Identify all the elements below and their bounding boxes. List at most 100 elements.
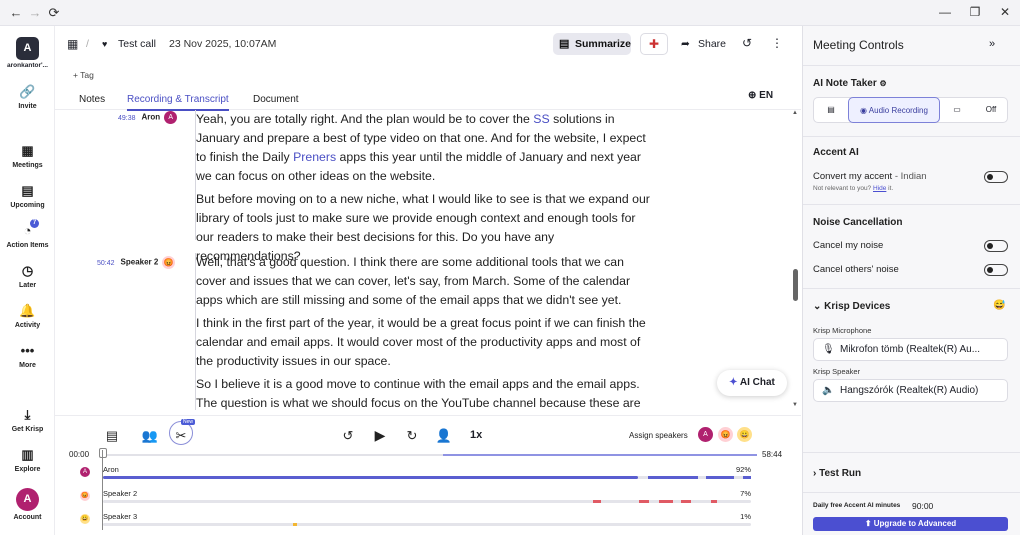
track-activity (639, 500, 649, 503)
headset-emoji-icon: 😅 (993, 300, 1006, 311)
time-total: 58:44 (762, 450, 783, 459)
sidebar-item-more[interactable]: ••• More (0, 343, 55, 369)
captions-icon[interactable]: ▤ (103, 428, 121, 444)
segment-timestamp[interactable]: 50:42 (97, 260, 115, 267)
assign-avatar[interactable]: 😀 (737, 427, 752, 442)
test-run-toggle[interactable]: › Test Run (813, 468, 861, 479)
divider (803, 452, 1020, 453)
transcript-segment: Well, that's a good question. I think th… (195, 253, 655, 410)
back-icon[interactable]: ← (8, 5, 24, 20)
minimize-icon[interactable]: — (937, 5, 953, 19)
link-icon: 🔗 (19, 84, 36, 99)
speaker-select[interactable]: 🔈 Hangszórók (Realtek(R) Audio) (813, 379, 1008, 402)
rewind-icon[interactable]: ↺ (339, 428, 357, 444)
meetings-list-icon[interactable]: ▦ (67, 37, 78, 51)
microphone-label: Krisp Microphone (813, 326, 872, 335)
share-icon[interactable]: ➦ (681, 38, 690, 50)
sidebar-item-action-items[interactable]: ◔ 7 Action Items (0, 219, 55, 249)
off-option[interactable]: Off (974, 98, 1008, 122)
sidebar-item-label: Action Items (6, 242, 49, 249)
add-tag-button[interactable]: + Tag (73, 70, 94, 80)
slack-button[interactable]: ✚ (640, 33, 668, 55)
share-button[interactable]: Share (698, 38, 726, 50)
history-icon[interactable]: ↺ (742, 36, 752, 50)
krisp-devices-toggle[interactable]: ⌄ Krisp Devices (813, 301, 890, 312)
workspace-name[interactable]: aronkantor'... (2, 62, 53, 69)
tab-document[interactable]: Document (253, 94, 299, 109)
meeting-title[interactable]: Test call (118, 38, 156, 50)
scrollbar-thumb[interactable] (793, 269, 798, 301)
summarize-button[interactable]: ▤ Summarize (553, 33, 631, 55)
tab-notes[interactable]: Notes (79, 94, 105, 109)
track-line-aron[interactable] (103, 476, 751, 479)
divider (803, 204, 1020, 205)
cancel-my-noise-label: Cancel my noise (813, 240, 884, 251)
speaker-label[interactable]: 49:38 Aron A (118, 111, 178, 124)
clock-icon: ◷ (21, 263, 34, 278)
hide-accent-link[interactable]: Hide (873, 185, 886, 192)
sidebar-item-invite[interactable]: 🔗 Invite (0, 84, 55, 110)
close-window-icon[interactable]: ✕ (997, 5, 1013, 19)
audio-recording-option[interactable]: ◉ Audio Recording (848, 97, 940, 123)
timeline-handle[interactable] (99, 448, 107, 458)
timeline-segment (443, 454, 757, 456)
restore-icon[interactable]: ❐ (967, 5, 983, 19)
assign-speakers-label[interactable]: Assign speakers (629, 431, 688, 440)
upgrade-button[interactable]: ⬆ Upgrade to Advanced (813, 517, 1008, 531)
playback-speed[interactable]: 1x (470, 429, 482, 441)
track-avatar: 😀 (80, 514, 90, 524)
ai-chat-button[interactable]: ✦ AI Chat (717, 370, 787, 396)
account-avatar: A (16, 488, 39, 511)
action-items-icon: ◔ (23, 223, 32, 238)
speaker-avatar: A (164, 111, 178, 124)
workspace-avatar[interactable]: A (16, 37, 39, 60)
forward-skip-icon[interactable]: ↻ (403, 428, 421, 444)
convert-accent-toggle[interactable] (984, 171, 1008, 183)
language-selector[interactable]: ⊕ EN (748, 90, 773, 101)
assign-avatar[interactable]: A (698, 427, 713, 442)
sidebar-item-label: Upcoming (10, 202, 45, 209)
bell-icon: 🔔 (19, 303, 36, 318)
divider (803, 492, 1020, 493)
track-line-speaker-3[interactable] (103, 523, 751, 526)
transcript-scrollbar[interactable]: ▲ ▼ (792, 110, 800, 412)
speaker-avatar: 😡 (162, 256, 176, 269)
cancel-others-noise-toggle[interactable] (984, 264, 1008, 276)
scroll-down-icon[interactable]: ▼ (792, 402, 798, 408)
play-icon[interactable]: ▶ (371, 427, 389, 444)
new-badge: New (181, 419, 196, 425)
sidebar-item-upcoming[interactable]: ▤ Upcoming (0, 183, 55, 209)
sidebar-item-get-krisp[interactable]: ⤓ Get Krisp (0, 407, 55, 433)
sidebar-item-activity[interactable]: 🔔 Activity (0, 303, 55, 329)
video-mode-icon[interactable]: ▭ (940, 98, 974, 122)
more-options-icon[interactable]: ⋮ (771, 36, 783, 50)
minutes-label: Daily free Accent AI minutes (813, 502, 901, 509)
folder-heart-icon[interactable]: ♥ (102, 39, 107, 49)
microphone-icon: 🎙 (822, 344, 835, 355)
forward-icon[interactable]: → (27, 5, 43, 20)
highlighted-term: SS (533, 112, 550, 126)
accent-hint: Not relevant to you? Hide it. (813, 185, 894, 192)
notes-mode-icon[interactable]: ▤ (814, 98, 848, 122)
more-dots-icon: ••• (20, 343, 35, 358)
segment-timestamp[interactable]: 49:38 (118, 115, 136, 122)
tab-bar: Notes Recording & Transcript Document ⊕ … (55, 88, 801, 111)
collapse-panel-icon[interactable]: » (989, 38, 995, 50)
sidebar-item-later[interactable]: ◷ Later (0, 263, 55, 289)
track-line-speaker-2[interactable] (103, 500, 751, 503)
sidebar-item-meetings[interactable]: ▦ Meetings (0, 143, 55, 169)
cancel-my-noise-toggle[interactable] (984, 240, 1008, 252)
chevron-down-icon: ⌄ (813, 301, 825, 312)
speakers-icon[interactable]: 👥 (141, 428, 159, 444)
reload-icon[interactable]: ⟳ (46, 5, 62, 21)
scroll-up-icon[interactable]: ▲ (792, 110, 798, 116)
sidebar-item-explore[interactable]: ▥ Explore (0, 447, 55, 473)
assign-speaker-icon[interactable]: 👤 (435, 428, 453, 444)
tab-recording-transcript[interactable]: Recording & Transcript (127, 94, 229, 111)
speaker-label[interactable]: 50:42 Speaker 2 😡 (97, 256, 176, 269)
sidebar-item-label: Invite (18, 103, 37, 110)
microphone-select[interactable]: 🎙 Mikrofon tömb (Realtek(R) Au... (813, 338, 1008, 361)
sidebar-item-account[interactable]: A Account (0, 488, 55, 521)
scissors-icon[interactable]: ✂ (172, 428, 190, 444)
assign-avatar[interactable]: 😡 (718, 427, 733, 442)
